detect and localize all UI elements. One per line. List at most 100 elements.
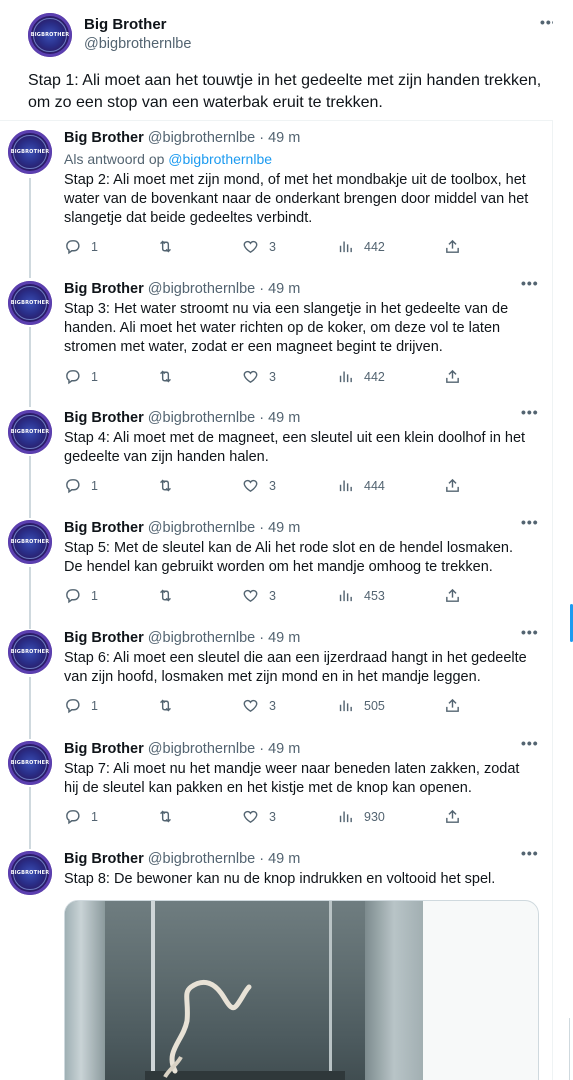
avatar[interactable]: BIGBROTHER bbox=[8, 741, 52, 785]
retweet-button[interactable] bbox=[157, 238, 184, 255]
reply-button[interactable]: 1 bbox=[64, 808, 98, 825]
action-bar: 1 3 505 bbox=[64, 697, 464, 717]
share-button[interactable] bbox=[444, 587, 471, 604]
tweet-media[interactable] bbox=[64, 900, 539, 1080]
like-button[interactable]: 3 bbox=[242, 808, 276, 825]
reply-button[interactable]: 1 bbox=[64, 477, 98, 494]
tweet-text: Stap 5: Met de sleutel kan de Ali het ro… bbox=[64, 540, 513, 575]
author-name[interactable]: Big Brother bbox=[64, 281, 144, 297]
action-bar: 1 3 930 bbox=[64, 808, 464, 828]
share-button[interactable] bbox=[444, 808, 471, 825]
author-handle[interactable]: @bigbrothernlbe bbox=[148, 741, 255, 757]
avatar-logo-text: BIGBROTHER bbox=[30, 32, 70, 38]
share-button[interactable] bbox=[444, 697, 471, 714]
more-dots-icon[interactable]: ••• bbox=[521, 275, 539, 291]
timestamp[interactable]: 49 m bbox=[268, 851, 300, 867]
views-button[interactable]: 444 bbox=[337, 477, 385, 494]
avatar[interactable]: BIGBROTHER bbox=[8, 130, 52, 174]
avatar[interactable]: BIGBROTHER bbox=[8, 281, 52, 325]
like-button[interactable]: 3 bbox=[242, 238, 276, 255]
author-name[interactable]: Big Brother bbox=[64, 851, 144, 867]
action-bar: 1 3 444 bbox=[64, 477, 464, 497]
views-button[interactable]: 930 bbox=[337, 808, 385, 825]
share-icon bbox=[446, 588, 459, 602]
retweet-icon bbox=[160, 589, 171, 602]
views-button[interactable]: 442 bbox=[337, 368, 385, 385]
tweet-text: Stap 6: Ali moet een sleutel die aan een… bbox=[64, 650, 527, 685]
retweet-button[interactable] bbox=[157, 368, 184, 385]
heart-icon bbox=[243, 240, 258, 254]
reply-button[interactable]: 1 bbox=[64, 238, 98, 255]
avatar[interactable]: BIGBROTHER bbox=[28, 13, 72, 57]
avatar-logo-text: BIGBROTHER bbox=[10, 539, 50, 545]
more-dots-icon[interactable]: ••• bbox=[521, 735, 539, 751]
thread-timeline: BIGBROTHER Big Brother @bigbrothernlbe •… bbox=[0, 0, 553, 1080]
timestamp[interactable]: 49 m bbox=[268, 281, 300, 297]
timestamp[interactable]: 49 m bbox=[268, 630, 300, 646]
reply-context: Als antwoord op @bigbrothernlbe bbox=[64, 151, 272, 167]
tweet-text: Stap 3: Het water stroomt nu via een sla… bbox=[64, 301, 509, 355]
tweet-text: Stap 1: Ali moet aan het touwtje in het … bbox=[28, 72, 542, 111]
like-button[interactable]: 3 bbox=[242, 368, 276, 385]
avatar-logo-text: BIGBROTHER bbox=[10, 760, 50, 766]
share-button[interactable] bbox=[444, 477, 471, 494]
tweet-photo[interactable] bbox=[65, 901, 423, 1080]
scrollbar-track[interactable] bbox=[569, 1018, 570, 1080]
reply-count: 1 bbox=[91, 588, 98, 603]
like-button[interactable]: 3 bbox=[242, 697, 276, 714]
author-name[interactable]: Big Brother bbox=[64, 520, 144, 536]
views-button[interactable]: 453 bbox=[337, 587, 385, 604]
more-dots-icon[interactable]: ••• bbox=[540, 14, 553, 30]
author-handle[interactable]: @bigbrothernlbe bbox=[84, 36, 191, 52]
view-count: 442 bbox=[364, 239, 385, 254]
author-name[interactable]: Big Brother bbox=[64, 741, 144, 757]
share-button[interactable] bbox=[444, 238, 471, 255]
analytics-icon bbox=[339, 700, 352, 712]
thread-line bbox=[29, 178, 31, 278]
more-dots-icon[interactable]: ••• bbox=[521, 624, 539, 640]
reply-button[interactable]: 1 bbox=[64, 697, 98, 714]
reply-count: 1 bbox=[91, 698, 98, 713]
timestamp[interactable]: 49 m bbox=[268, 520, 300, 536]
retweet-button[interactable] bbox=[157, 697, 184, 714]
author-handle[interactable]: @bigbrothernlbe bbox=[148, 630, 255, 646]
views-button[interactable]: 442 bbox=[337, 238, 385, 255]
timestamp[interactable]: 49 m bbox=[268, 410, 300, 426]
author-handle[interactable]: @bigbrothernlbe bbox=[148, 410, 255, 426]
tweet-text: Stap 7: Ali moet nu het mandje weer naar… bbox=[64, 761, 520, 796]
views-button[interactable]: 505 bbox=[337, 697, 385, 714]
timestamp[interactable]: 49 m bbox=[268, 130, 300, 146]
author-handle[interactable]: @bigbrothernlbe bbox=[148, 130, 255, 146]
like-button[interactable]: 3 bbox=[242, 587, 276, 604]
author-handle[interactable]: @bigbrothernlbe bbox=[148, 281, 255, 297]
retweet-button[interactable] bbox=[157, 477, 184, 494]
reply-button[interactable]: 1 bbox=[64, 368, 98, 385]
author-handle[interactable]: @bigbrothernlbe bbox=[148, 851, 255, 867]
action-bar: 1 3 453 bbox=[64, 587, 464, 607]
avatar[interactable]: BIGBROTHER bbox=[8, 851, 52, 895]
author-name[interactable]: Big Brother bbox=[64, 130, 144, 146]
avatar[interactable]: BIGBROTHER bbox=[8, 410, 52, 454]
avatar[interactable]: BIGBROTHER bbox=[8, 630, 52, 674]
like-button[interactable]: 3 bbox=[242, 477, 276, 494]
more-dots-icon[interactable]: ••• bbox=[521, 845, 539, 861]
author-name[interactable]: Big Brother bbox=[64, 410, 144, 426]
retweet-icon bbox=[160, 240, 171, 253]
author-name[interactable]: Big Brother bbox=[84, 16, 167, 33]
timestamp[interactable]: 49 m bbox=[268, 741, 300, 757]
retweet-button[interactable] bbox=[157, 587, 184, 604]
author-name[interactable]: Big Brother bbox=[64, 630, 144, 646]
reply-handle-link[interactable]: @bigbrothernlbe bbox=[168, 151, 272, 167]
author-handle[interactable]: @bigbrothernlbe bbox=[148, 520, 255, 536]
more-dots-icon[interactable]: ••• bbox=[521, 404, 539, 420]
avatar-logo-text: BIGBROTHER bbox=[10, 429, 50, 435]
retweet-icon bbox=[160, 810, 171, 823]
more-dots-icon[interactable]: ••• bbox=[521, 514, 539, 530]
heart-icon bbox=[243, 370, 258, 384]
retweet-button[interactable] bbox=[157, 808, 184, 825]
tweet-header: Big Brother @bigbrothernlbe · 49 m bbox=[64, 520, 301, 536]
reply-button[interactable]: 1 bbox=[64, 587, 98, 604]
share-button[interactable] bbox=[444, 368, 471, 385]
avatar[interactable]: BIGBROTHER bbox=[8, 520, 52, 564]
tweet-text: Stap 2: Ali moet met zijn mond, of met h… bbox=[64, 172, 529, 226]
